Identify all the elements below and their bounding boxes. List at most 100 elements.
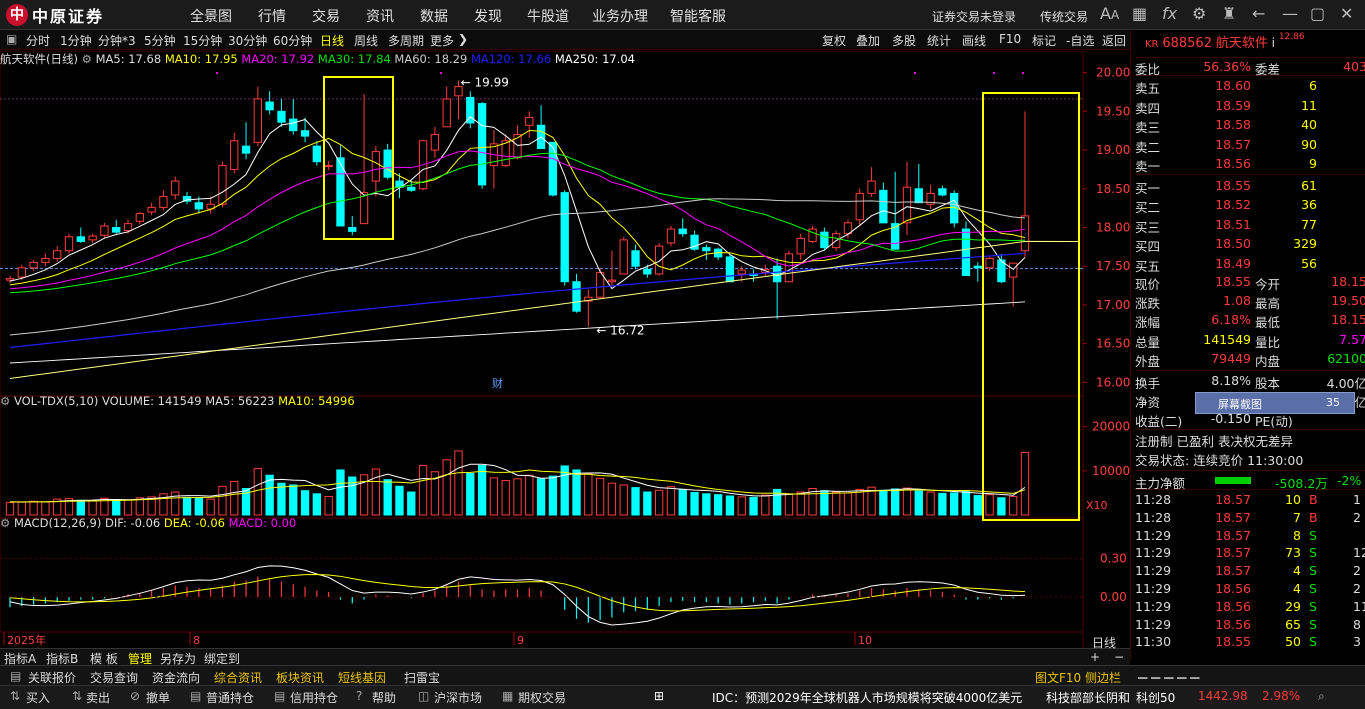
screenshot-popup[interactable]: 屏幕截图 35 (1195, 392, 1355, 414)
ribbon-tab[interactable]: 关联报价 (28, 669, 76, 686)
period-indicator[interactable]: 日线 (1092, 634, 1116, 651)
news-ticker-2[interactable]: 科技部部长阴和 (1046, 689, 1130, 706)
candle-up (501, 140, 510, 167)
period-tab[interactable]: 30分钟 (228, 32, 267, 49)
gear-icon[interactable]: ⚙ (1192, 4, 1206, 23)
toolbar-button[interactable]: 返回 (1102, 32, 1126, 49)
macd-title: MACD(12,26,9) (13, 516, 102, 530)
period-tab[interactable]: 更多 (430, 32, 454, 49)
volume-bar-down (879, 489, 888, 516)
news-ticker[interactable]: IDC：预测2029年全球机器人市场规模将突破4000亿美元 (712, 689, 1022, 706)
volume-bar-down (631, 487, 640, 516)
credit-position-button[interactable]: 信用持仓 (290, 689, 338, 706)
zoom-out-icon[interactable]: − (1114, 650, 1124, 664)
tick-extra: 2 (1353, 581, 1361, 596)
maximize-icon[interactable]: ▢ (1310, 4, 1325, 23)
nav-item[interactable]: 全景图 (190, 6, 232, 26)
add-icon[interactable]: ⊞ (654, 689, 664, 703)
tick-side: S (1309, 598, 1317, 614)
date-label: 2025年 (7, 633, 46, 647)
panel-tabs-icon[interactable]: ▁ ▁ ▁ ▁ ▁ (1138, 665, 1199, 679)
volume-bar-down (572, 469, 581, 516)
toolbar-button[interactable]: 统计 (927, 32, 951, 49)
buy-button[interactable]: 买入 (26, 689, 50, 706)
close-icon[interactable]: ✕ (1340, 4, 1353, 23)
ribbon-tab[interactable]: 交易查询 (90, 669, 138, 686)
side-bar-toggle[interactable]: 图文F10 侧边栏 (1035, 669, 1121, 686)
settings-icon[interactable]: ⚙ (0, 516, 10, 530)
cancel-order-button[interactable]: 撤单 (146, 689, 170, 706)
vol-title: VOL-TDX(5,10) (13, 394, 99, 408)
toolbar-button[interactable]: 标记 (1032, 32, 1056, 49)
book-qty: 36 (1301, 197, 1317, 212)
help-button[interactable]: 帮助 (372, 689, 396, 706)
nav-item[interactable]: 智能客服 (670, 6, 726, 26)
period-tab[interactable]: 分钟*3 (98, 32, 136, 49)
nav-item[interactable]: 发现 (474, 6, 502, 26)
tick-price: 18.55 (1215, 634, 1251, 650)
zoom-in-icon[interactable]: + (1090, 650, 1100, 664)
nav-item[interactable]: 交易 (312, 6, 340, 26)
trade-mode[interactable]: 传统交易 (1040, 8, 1088, 25)
period-tab[interactable]: 周线 (354, 32, 378, 49)
candle-up (230, 140, 239, 170)
ribbon-tab[interactable]: 资金流向 (152, 669, 200, 686)
option-button[interactable]: 期权交易 (518, 689, 566, 706)
nav-item[interactable]: 行情 (258, 6, 286, 26)
more-chevron-icon[interactable]: ❯ (458, 32, 468, 46)
stock-header: KR 688562 航天软件 i 12.86 (1145, 32, 1305, 51)
candle-up (123, 223, 133, 232)
shirt-icon[interactable]: ♜ (1222, 4, 1236, 23)
market-button[interactable]: 沪深市场 (434, 689, 482, 706)
toolbar-button[interactable]: -自选 (1066, 32, 1094, 49)
position-button[interactable]: 普通持仓 (206, 689, 254, 706)
volume-bar-up (324, 495, 333, 516)
menu-icon[interactable]: ▤ (10, 669, 21, 683)
toolbar-button[interactable]: 复权 (822, 32, 846, 49)
ribbon-tab[interactable]: 综合资讯 (214, 669, 262, 686)
toolbar-button[interactable]: 画线 (962, 32, 986, 49)
candle-up (595, 271, 605, 298)
formula-icon[interactable]: fx (1162, 4, 1177, 23)
candle-down (725, 256, 735, 283)
nav-item[interactable]: 资讯 (366, 6, 394, 26)
nav-item[interactable]: 业务办理 (592, 6, 648, 26)
grid-icon[interactable]: ▦ (1132, 4, 1147, 23)
ribbon-tab[interactable]: 短线基因 (338, 669, 386, 686)
credit-icon: ▤ (274, 689, 286, 703)
stat-label: 涨幅 (1135, 315, 1161, 331)
candle-down (312, 145, 322, 163)
collapse-icon[interactable]: ▣ (6, 32, 17, 46)
vol-info-line: ⚙ VOL-TDX(5,10) VOLUME: 141549 MA5: 5622… (0, 394, 355, 408)
finance-marker: 财 (492, 376, 503, 390)
period-tab[interactable]: 5分钟 (144, 32, 176, 49)
toolbar-button[interactable]: 多股 (892, 32, 916, 49)
period-tab[interactable]: 分时 (26, 32, 50, 49)
toolbar-button[interactable]: 叠加 (856, 32, 880, 49)
period-tab[interactable]: 60分钟 (273, 32, 312, 49)
sell-button[interactable]: 卖出 (86, 689, 110, 706)
stat-label: 内盘 (1255, 353, 1281, 369)
search-icon[interactable]: ⌕ (1318, 689, 1325, 704)
back-icon[interactable]: ← (1252, 4, 1265, 23)
period-tab[interactable]: 多周期 (388, 32, 424, 49)
settings-icon[interactable]: ⚙ (82, 52, 92, 66)
candle-up (29, 261, 38, 269)
macd-value-label: MACD: 0.00 (228, 516, 297, 530)
ribbon-tab[interactable]: 扫雷宝 (404, 669, 440, 686)
stat-label: 外盘 (1135, 353, 1161, 369)
period-tab[interactable]: 1分钟 (60, 32, 92, 49)
minimize-icon[interactable]: — (1282, 4, 1298, 23)
login-status[interactable]: 证券交易未登录 (932, 8, 1016, 25)
nav-item[interactable]: 牛股道 (527, 6, 569, 26)
toolbar-button[interactable]: F10 (999, 32, 1021, 46)
candle-down (702, 247, 711, 252)
period-tab[interactable]: 15分钟 (183, 32, 222, 49)
ribbon-tab[interactable]: 板块资讯 (276, 669, 324, 686)
font-size-icon[interactable]: AA (1100, 4, 1119, 23)
index-name[interactable]: 科创50 (1136, 689, 1175, 706)
nav-item[interactable]: 数据 (420, 6, 448, 26)
settings-icon[interactable]: ⚙ (0, 394, 10, 408)
chart-area[interactable]: 20.00 19.50 19.00 18.50 18.00 17.50 17.00 16.50… (0, 51, 1130, 648)
period-tab-active[interactable]: 日线 (320, 32, 344, 49)
